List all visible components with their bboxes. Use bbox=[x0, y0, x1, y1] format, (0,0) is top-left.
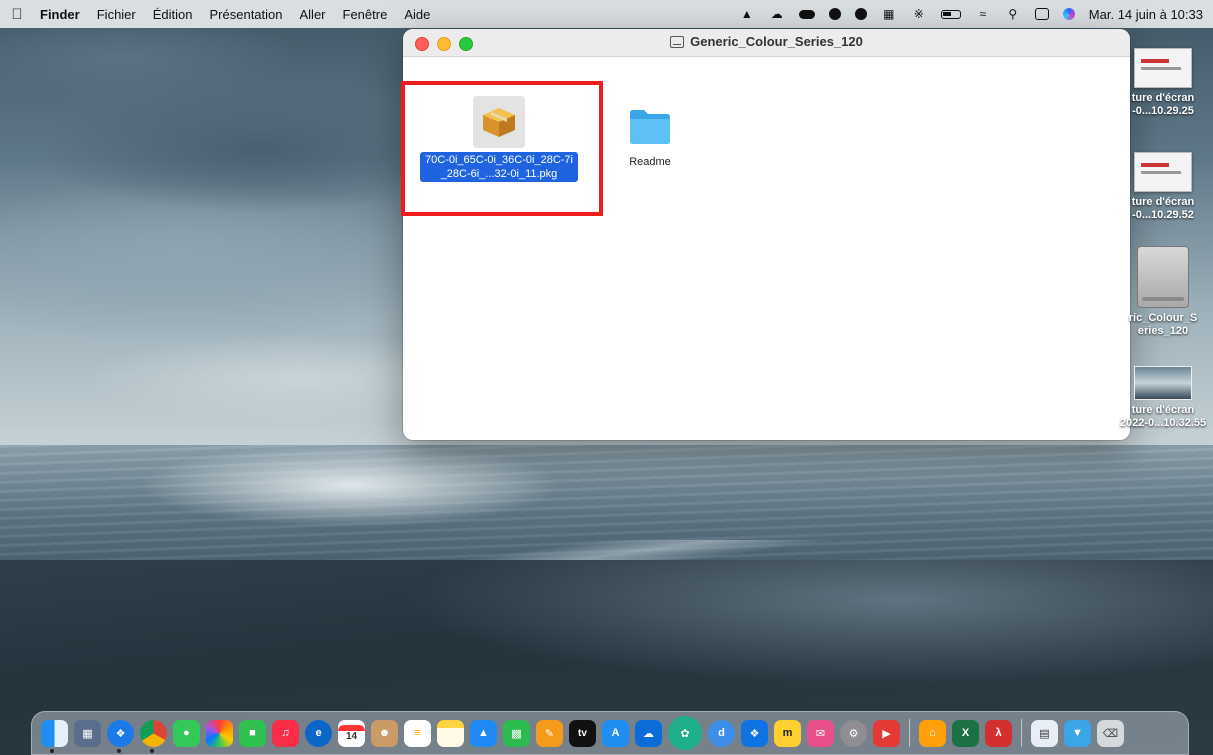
desktop-item-label[interactable]: ture d'écran -0...10.29.25 bbox=[1113, 92, 1213, 118]
safari-icon[interactable]: ❖ bbox=[107, 719, 134, 747]
chrome-icon[interactable] bbox=[140, 719, 167, 747]
window-title: Generic_Colour_Series_120 bbox=[403, 34, 1130, 49]
battery-icon[interactable] bbox=[940, 9, 961, 19]
launchpad-icon[interactable]: ▦ bbox=[74, 719, 101, 747]
desktop-disk-image[interactable]: ric_Colour_S eries_120 bbox=[1113, 246, 1213, 338]
mail-app-icon[interactable]: ✉ bbox=[807, 719, 834, 747]
contacts-icon[interactable]: ☻ bbox=[371, 719, 398, 747]
folder-name[interactable]: Readme bbox=[620, 156, 680, 168]
reminders-icon[interactable]: ≡ bbox=[404, 719, 431, 747]
menu-finder[interactable]: Finder bbox=[40, 7, 80, 22]
menu-clock[interactable]: Mar. 14 juin à 10:33 bbox=[1089, 7, 1203, 22]
fxa-icon[interactable]: ▶ bbox=[873, 719, 900, 747]
desktop-item-label[interactable]: ric_Colour_S eries_120 bbox=[1113, 312, 1213, 338]
trash-icon[interactable]: ⌫ bbox=[1097, 719, 1124, 747]
dashlane-status-icon[interactable] bbox=[828, 8, 841, 20]
preview-icon[interactable]: ▤ bbox=[1031, 719, 1058, 747]
teamviewer-icon[interactable]: ❖ bbox=[741, 719, 768, 747]
dock: ▦ ❖ ● ■ ♫ e 14 ☻ ≡ ▲ ▩ ✎ tv A ☁ ✿ d ❖ m … bbox=[31, 711, 1189, 755]
home-icon[interactable]: ⌂ bbox=[919, 719, 946, 747]
display-icon[interactable]: ▦ bbox=[881, 7, 897, 21]
disk-image-icon bbox=[670, 35, 685, 48]
app-store-icon[interactable]: A bbox=[602, 719, 629, 747]
menu-fenetre[interactable]: Fenêtre bbox=[343, 7, 388, 22]
apple-menu-icon[interactable]:  bbox=[10, 6, 24, 23]
excel-icon[interactable]: X bbox=[952, 719, 979, 747]
music-icon[interactable]: ♫ bbox=[272, 719, 299, 747]
system-preferences-icon[interactable]: ⚙ bbox=[840, 719, 867, 747]
menu-aller[interactable]: Aller bbox=[300, 7, 326, 22]
spotlight-search-icon[interactable]: ⚲ bbox=[1005, 7, 1021, 21]
finder-icon[interactable] bbox=[41, 719, 68, 747]
dock-running-indicator bbox=[50, 749, 54, 753]
wifi-icon[interactable]: ≈ bbox=[975, 7, 991, 21]
cloud-icon[interactable] bbox=[798, 9, 815, 19]
keynote-icon[interactable]: ▲ bbox=[470, 719, 497, 747]
dock-separator bbox=[1021, 719, 1022, 747]
notification-bell-icon[interactable]: ▲ bbox=[739, 7, 755, 21]
facetime-icon[interactable]: ■ bbox=[239, 719, 266, 747]
red-highlight-box bbox=[401, 81, 603, 216]
photos-icon[interactable] bbox=[206, 719, 233, 747]
disk-image-icon[interactable] bbox=[1137, 246, 1189, 308]
dock-running-indicator bbox=[150, 749, 154, 753]
numbers-icon[interactable]: ▩ bbox=[503, 719, 530, 747]
control-center-icon[interactable] bbox=[1034, 8, 1049, 20]
miro-icon[interactable]: m bbox=[774, 719, 801, 747]
brain-app-icon[interactable]: ✿ bbox=[668, 716, 702, 750]
teamviewer-status-icon[interactable] bbox=[854, 8, 867, 20]
window-title-text: Generic_Colour_Series_120 bbox=[690, 34, 863, 49]
cloud-sync-icon[interactable]: ☁ bbox=[769, 7, 785, 21]
menu-aide[interactable]: Aide bbox=[404, 7, 430, 22]
pages-icon[interactable]: ✎ bbox=[536, 719, 563, 747]
notes-icon[interactable] bbox=[437, 719, 464, 747]
folder-icon[interactable] bbox=[628, 107, 672, 145]
onedrive-icon[interactable]: ☁ bbox=[635, 719, 662, 747]
dock-separator bbox=[909, 719, 910, 747]
screenshot-thumbnail[interactable] bbox=[1134, 152, 1192, 192]
readme-folder-item[interactable]: Readme bbox=[620, 107, 680, 168]
dashlane-icon[interactable]: d bbox=[708, 719, 735, 747]
desktop-screenshot-3[interactable]: ture d'écran 2022-0...10.32.55 bbox=[1113, 366, 1213, 430]
bluetooth-icon[interactable]: ※ bbox=[911, 7, 927, 21]
menu-presentation[interactable]: Présentation bbox=[210, 7, 283, 22]
desktop-item-label[interactable]: ture d'écran -0...10.29.52 bbox=[1113, 196, 1213, 222]
dock-running-indicator bbox=[117, 749, 121, 753]
siri-icon[interactable] bbox=[1062, 8, 1075, 20]
acrobat-icon[interactable]: λ bbox=[985, 719, 1012, 747]
downloads-folder-icon[interactable]: ▼ bbox=[1064, 719, 1091, 747]
calendar-icon[interactable]: 14 bbox=[338, 719, 365, 747]
edge-icon[interactable]: e bbox=[305, 719, 332, 747]
menu-bar:  Finder Fichier Édition Présentation Al… bbox=[0, 0, 1213, 28]
messages-icon[interactable]: ● bbox=[173, 719, 200, 747]
menu-fichier[interactable]: Fichier bbox=[97, 7, 136, 22]
menu-edition[interactable]: Édition bbox=[153, 7, 193, 22]
desktop-screenshot-2[interactable]: ture d'écran -0...10.29.52 bbox=[1113, 152, 1213, 222]
status-area: ▲ ☁ ▦ ※ ≈ ⚲ Mar. 14 juin à 10:33 bbox=[725, 7, 1203, 22]
calendar-day: 14 bbox=[345, 730, 358, 742]
desktop-item-label[interactable]: ture d'écran 2022-0...10.32.55 bbox=[1113, 404, 1213, 430]
screenshot-thumbnail[interactable] bbox=[1134, 366, 1192, 400]
window-titlebar[interactable]: Generic_Colour_Series_120 bbox=[403, 29, 1130, 57]
desktop-screenshot-1[interactable]: ture d'écran -0...10.29.25 bbox=[1113, 48, 1213, 118]
apple-tv-icon[interactable]: tv bbox=[569, 719, 596, 747]
screenshot-thumbnail[interactable] bbox=[1134, 48, 1192, 88]
